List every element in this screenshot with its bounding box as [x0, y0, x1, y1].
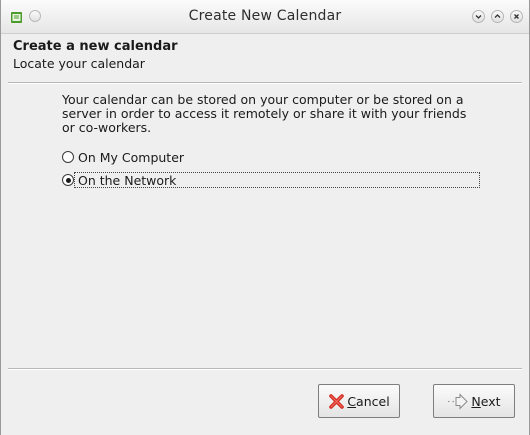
- minimize-button[interactable]: [472, 10, 485, 23]
- arrow-right-icon: [448, 392, 469, 410]
- maximize-button[interactable]: [491, 10, 504, 23]
- location-description: Your calendar can be stored on your comp…: [62, 92, 467, 135]
- cancel-label: Cancel: [347, 393, 390, 409]
- option-on-my-computer[interactable]: On My Computer: [62, 148, 184, 166]
- next-button[interactable]: Next: [433, 384, 515, 418]
- header-divider: [8, 82, 522, 84]
- wizard-header: Create a new calendar Locate your calend…: [1, 34, 529, 76]
- minimize-icon: [475, 15, 482, 19]
- cancel-button[interactable]: Cancel: [318, 384, 400, 418]
- close-icon: [514, 14, 519, 19]
- dialog-window: Create New Calendar Create a new calenda…: [0, 0, 530, 435]
- page-title: Create a new calendar: [13, 39, 178, 54]
- maximize-icon: [494, 14, 501, 18]
- radio-on-my-computer[interactable]: [62, 151, 74, 163]
- red-x-icon: [329, 393, 345, 409]
- focus-indicator: [74, 172, 480, 188]
- radio-on-the-network[interactable]: [62, 174, 74, 186]
- page-subtitle: Locate your calendar: [13, 56, 145, 71]
- option-label: On My Computer: [78, 149, 185, 165]
- window-title: Create New Calendar: [188, 8, 342, 24]
- footer-divider: [8, 368, 522, 370]
- title-bar[interactable]: Create New Calendar: [1, 0, 529, 34]
- next-label: Next: [471, 393, 501, 409]
- close-button[interactable]: [510, 10, 523, 23]
